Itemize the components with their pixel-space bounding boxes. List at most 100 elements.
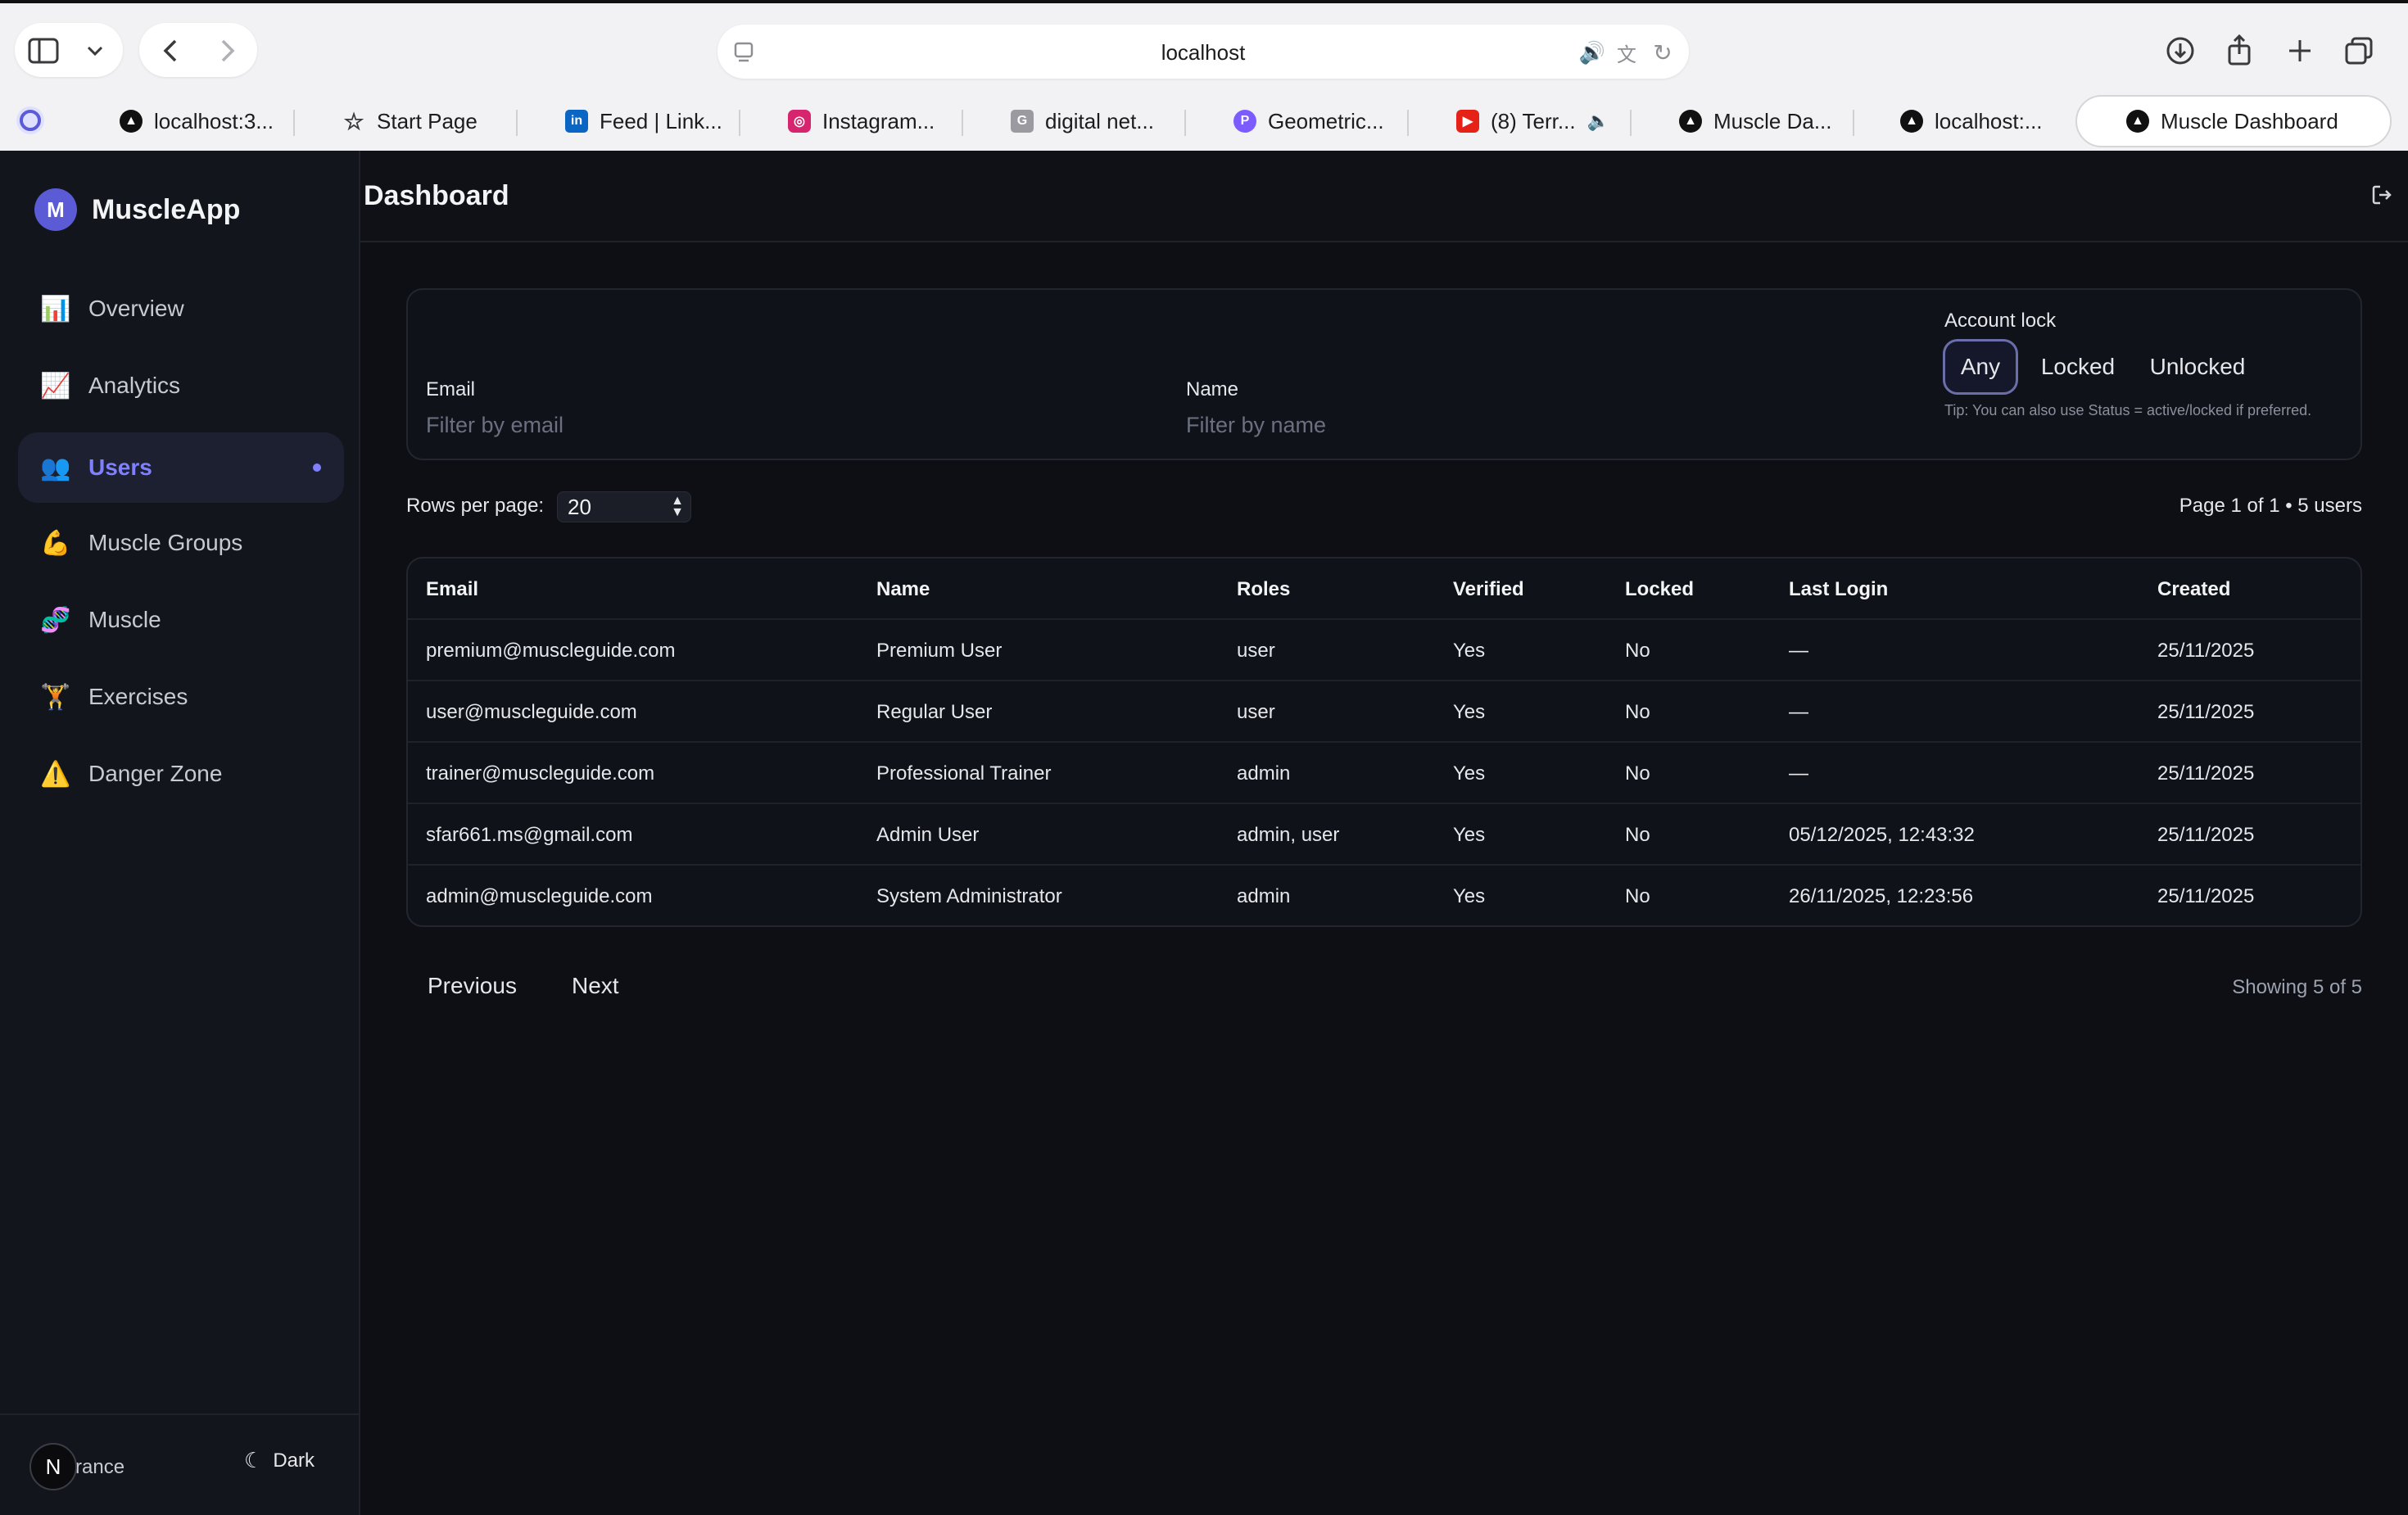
filter-panel: Email Filter by email Name Filter by nam… — [406, 288, 2362, 460]
pinterest-icon: P — [1233, 110, 1256, 133]
cell-roles: admin — [1237, 885, 1291, 907]
theme-label: Dark — [273, 1449, 315, 1472]
table-row[interactable]: trainer@muscleguide.com Professional Tra… — [408, 743, 2360, 804]
new-tab-icon[interactable] — [2282, 33, 2318, 69]
tab-label: (8) Terr... — [1491, 108, 1576, 133]
speaker-icon[interactable]: 🔊 — [1577, 38, 1607, 67]
sidebar-item-muscle-groups[interactable]: 💪 Muscle Groups — [18, 508, 344, 578]
rows-per-page-select[interactable]: 20 ▲ ▼ — [557, 491, 691, 522]
tab-divider — [962, 110, 963, 136]
back-arrow-icon[interactable] — [152, 33, 188, 69]
sidebar-toggle-icon[interactable] — [25, 33, 62, 69]
cell-last-login: — — [1789, 701, 1808, 723]
column-header-created[interactable]: Created — [2157, 559, 2230, 620]
appearance-label: rance — [75, 1456, 125, 1478]
brand[interactable]: M MuscleApp — [34, 188, 240, 231]
column-header-name[interactable]: Name — [876, 559, 930, 620]
sidebar-item-overview[interactable]: 📊 Overview — [18, 274, 344, 344]
cell-verified: Yes — [1453, 885, 1486, 907]
previous-button[interactable]: Previous — [428, 973, 517, 999]
youtube-icon: ▶ — [1456, 110, 1479, 133]
column-header-last-login[interactable]: Last Login — [1789, 559, 1888, 620]
avatar[interactable]: N — [29, 1443, 77, 1490]
cell-roles: admin — [1237, 762, 1291, 785]
tab-divider — [293, 110, 295, 136]
browser-tab[interactable]: ▲ localhost:3... — [120, 95, 283, 147]
browser-tab[interactable]: P Geometric... — [1233, 95, 1397, 147]
sidebar-item-danger-zone[interactable]: ⚠️ Danger Zone — [18, 739, 344, 809]
sidebar-item-muscle[interactable]: 🧬 Muscle — [18, 585, 344, 655]
table-row[interactable]: user@muscleguide.com Regular User user Y… — [408, 681, 2360, 743]
address-bar[interactable]: localhost 🔊 文 ↻ — [717, 25, 1689, 79]
browser-tab[interactable]: ◎ Instagram... — [788, 95, 952, 147]
sidebar-item-users[interactable]: 👥 Users — [18, 432, 344, 503]
share-icon[interactable] — [2221, 31, 2257, 69]
main-header: Dashboard — [360, 151, 2408, 242]
lock-filter-unlocked[interactable]: Unlocked — [2136, 339, 2259, 395]
cell-locked: No — [1625, 885, 1650, 907]
account-lock-label: Account lock — [1944, 310, 2057, 332]
tab-label: digital net... — [1045, 108, 1154, 133]
cell-name: System Administrator — [876, 885, 1062, 907]
column-header-roles[interactable]: Roles — [1237, 559, 1290, 620]
cell-email: sfar661.ms@gmail.com — [426, 824, 633, 846]
table-row[interactable]: premium@muscleguide.com Premium User use… — [408, 620, 2360, 681]
column-header-verified[interactable]: Verified — [1453, 559, 1524, 620]
theme-toggle[interactable]: ☾ Dark — [244, 1448, 315, 1473]
table-row[interactable]: admin@muscleguide.com System Administrat… — [408, 866, 2360, 925]
brand-name: MuscleApp — [92, 193, 241, 225]
column-header-email[interactable]: Email — [426, 559, 478, 620]
rows-per-page-value: 20 — [568, 495, 591, 519]
tab-label: Geometric... — [1268, 108, 1384, 133]
speaker-icon[interactable]: 🔈 — [1587, 111, 1609, 132]
browser-tab[interactable]: ▶ (8) Terr... 🔈 — [1456, 95, 1623, 147]
lock-filter-locked[interactable]: Locked — [2030, 339, 2126, 395]
nextjs-icon: ▲ — [1679, 110, 1702, 133]
next-button[interactable]: Next — [572, 973, 619, 999]
showing-count: Showing 5 of 5 — [2232, 976, 2362, 998]
warning-icon: ⚠️ — [40, 760, 71, 788]
cell-email: user@muscleguide.com — [426, 701, 637, 723]
flexed-biceps-icon: 💪 — [40, 529, 71, 557]
tab-divider — [1630, 110, 1632, 136]
sidebar-item-label: Muscle — [88, 607, 161, 632]
tab-overview-icon[interactable] — [2341, 33, 2377, 69]
browser-tab[interactable]: ☆ Start Page — [342, 95, 506, 147]
email-filter-input[interactable]: Filter by email — [426, 413, 1147, 438]
cell-created: 25/11/2025 — [2157, 640, 2255, 662]
cell-roles: admin, user — [1237, 824, 1340, 846]
cell-last-login: — — [1789, 762, 1808, 785]
download-icon[interactable] — [2162, 33, 2198, 69]
forward-arrow-icon[interactable] — [210, 33, 246, 69]
translate-icon[interactable]: 文 — [1610, 38, 1643, 67]
tab-label: localhost:3... — [154, 108, 274, 133]
active-indicator-dot — [313, 464, 321, 472]
weightlifter-icon: 🏋 — [40, 683, 71, 711]
browser-tab[interactable]: ▲ localhost:... — [1900, 95, 2056, 147]
cell-name: Premium User — [876, 640, 1003, 662]
reload-icon[interactable]: ↻ — [1648, 38, 1677, 67]
app-root: M MuscleApp 📊 Overview 📈 Analytics 👥 Use… — [0, 151, 2408, 1515]
name-filter-input[interactable]: Filter by name — [1186, 413, 1907, 438]
browser-tab[interactable]: G digital net... — [1011, 95, 1175, 147]
chevron-down-icon[interactable] — [79, 34, 111, 67]
logout-icon[interactable] — [2370, 183, 2397, 210]
select-arrows-icon: ▲ ▼ — [671, 494, 684, 519]
browser-tab[interactable]: ▲ Muscle Da... — [1679, 95, 1843, 147]
sidebar-item-analytics[interactable]: 📈 Analytics — [18, 350, 344, 421]
lock-filter-any[interactable]: Any — [1943, 339, 2018, 395]
cell-verified: Yes — [1453, 701, 1486, 723]
browser-tab[interactable]: in Feed | Link... — [565, 95, 729, 147]
column-header-locked[interactable]: Locked — [1625, 559, 1694, 620]
browser-chrome: localhost 🔊 文 ↻ ▲ localhost:3... ☆ Start — [0, 0, 2408, 151]
tab-label: Start Page — [377, 108, 478, 133]
dna-icon: 🧬 — [40, 606, 71, 634]
table-row[interactable]: sfar661.ms@gmail.com Admin User admin, u… — [408, 804, 2360, 866]
sidebar-item-exercises[interactable]: 🏋 Exercises — [18, 662, 344, 732]
cell-email: admin@muscleguide.com — [426, 885, 653, 907]
cell-email: trainer@muscleguide.com — [426, 762, 655, 785]
browser-tab-active[interactable]: ▲ Muscle Dashboard — [2075, 95, 2392, 147]
trend-chart-icon: 📈 — [40, 372, 71, 400]
g-icon: G — [1011, 110, 1034, 133]
tab-group-icon[interactable] — [13, 103, 48, 138]
